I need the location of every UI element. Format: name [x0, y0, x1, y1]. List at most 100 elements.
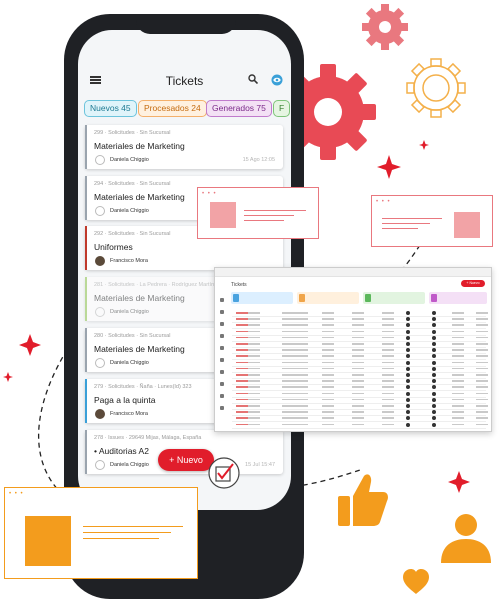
table-cell — [432, 422, 436, 427]
ticket-meta: 281 · Solicitudes · La Pedrera · Rodrígu… — [94, 282, 215, 288]
table-cell — [476, 417, 488, 419]
search-icon[interactable] — [248, 74, 258, 84]
table-cell — [248, 417, 260, 419]
table-row[interactable] — [232, 422, 488, 429]
table-cell — [248, 398, 260, 401]
table-cell — [248, 405, 260, 407]
column-header[interactable] — [363, 292, 425, 304]
column-header[interactable] — [297, 292, 359, 304]
table-cell — [248, 343, 260, 345]
ticket-date: 15 Jul 15:47 — [245, 462, 275, 468]
table-cell — [322, 417, 334, 419]
table-cell — [432, 348, 436, 353]
table-cell — [432, 397, 436, 402]
table-cell — [406, 422, 410, 427]
avatar — [95, 307, 105, 317]
table-cell — [432, 410, 436, 415]
status-tabs: Nuevos 45 Procesados 24 Generados 75 F — [78, 100, 291, 118]
table-cell — [382, 405, 394, 407]
table-cell — [282, 405, 308, 407]
table-cell — [476, 411, 488, 413]
tab-generados[interactable]: Generados 75 — [206, 100, 272, 117]
table-cell — [282, 423, 308, 426]
table-cell — [432, 366, 436, 371]
table-cell — [322, 343, 334, 345]
avatar — [95, 460, 105, 470]
table-cell — [382, 411, 394, 413]
table-cell — [382, 380, 394, 382]
window-title: Tickets — [231, 282, 247, 288]
table-cell — [236, 361, 248, 364]
tab-nuevos[interactable]: Nuevos 45 — [84, 100, 137, 117]
table-cell — [382, 398, 394, 401]
thumbs-up-icon — [338, 474, 388, 526]
ticket-assignee: Daniela Chiggio — [110, 462, 149, 468]
table-cell — [322, 324, 334, 326]
table-cell — [322, 355, 334, 357]
table-cell — [248, 361, 260, 364]
table-cell — [236, 324, 248, 326]
table-cell — [452, 386, 464, 388]
table-cell — [382, 343, 394, 345]
table-cell — [352, 417, 364, 419]
table-cell — [282, 380, 308, 382]
table-cell — [432, 416, 436, 421]
table-cell — [282, 417, 308, 419]
table-cell — [432, 379, 436, 384]
table-cell — [352, 380, 364, 382]
window-titlebar — [215, 268, 491, 277]
table-cell — [382, 330, 394, 333]
table-cell — [352, 392, 364, 395]
ticket-card[interactable]: 299 · Solicitudes · Sin Sucursal Materia… — [85, 125, 283, 169]
table-cell — [476, 361, 488, 364]
column-header[interactable] — [429, 292, 487, 304]
table-cell — [476, 405, 488, 407]
table-cell — [452, 355, 464, 357]
table-cell — [452, 318, 464, 320]
table-cell — [282, 398, 308, 401]
app-bar: Tickets — [78, 68, 291, 96]
eye-icon[interactable] — [271, 74, 283, 86]
desktop-window: Tickets + Nuevo — [214, 267, 492, 432]
table-cell — [282, 355, 308, 357]
table-cell — [476, 380, 488, 382]
table-cell — [236, 336, 248, 339]
table-cell — [452, 312, 464, 314]
table-cell — [352, 386, 364, 388]
table-cell — [322, 318, 334, 320]
table-cell — [476, 423, 488, 426]
table-cell — [248, 411, 260, 413]
table-cell — [476, 324, 488, 326]
table-cell — [248, 380, 260, 382]
desktop-new-button[interactable]: + Nuevo — [461, 280, 485, 287]
table-cell — [406, 391, 410, 396]
table-cell — [236, 367, 248, 370]
tab-next[interactable]: F — [273, 100, 291, 117]
table-cell — [406, 329, 410, 334]
table-cell — [236, 374, 248, 376]
avatar — [95, 206, 105, 216]
table-cell — [236, 330, 248, 333]
ticket-assignee: Francisco Mora — [110, 258, 148, 264]
table-cell — [322, 312, 334, 314]
table-cell — [476, 349, 488, 351]
table-cell — [452, 392, 464, 395]
table-cell — [452, 324, 464, 326]
tab-procesados[interactable]: Procesados 24 — [138, 100, 207, 117]
table-cell — [406, 311, 410, 315]
table-cell — [432, 342, 436, 346]
table-cell — [352, 355, 364, 357]
table-cell — [452, 423, 464, 426]
ticket-title: Materiales de Marketing — [94, 293, 185, 303]
table-cell — [322, 367, 334, 370]
table-cell — [248, 374, 260, 376]
table-cell — [452, 330, 464, 333]
table-cell — [236, 349, 248, 351]
table-cell — [476, 386, 488, 388]
table-cell — [452, 361, 464, 364]
table-cell — [476, 355, 488, 357]
table-cell — [352, 318, 364, 320]
table-cell — [382, 318, 394, 320]
column-header[interactable] — [231, 292, 293, 304]
table-cell — [248, 336, 260, 339]
